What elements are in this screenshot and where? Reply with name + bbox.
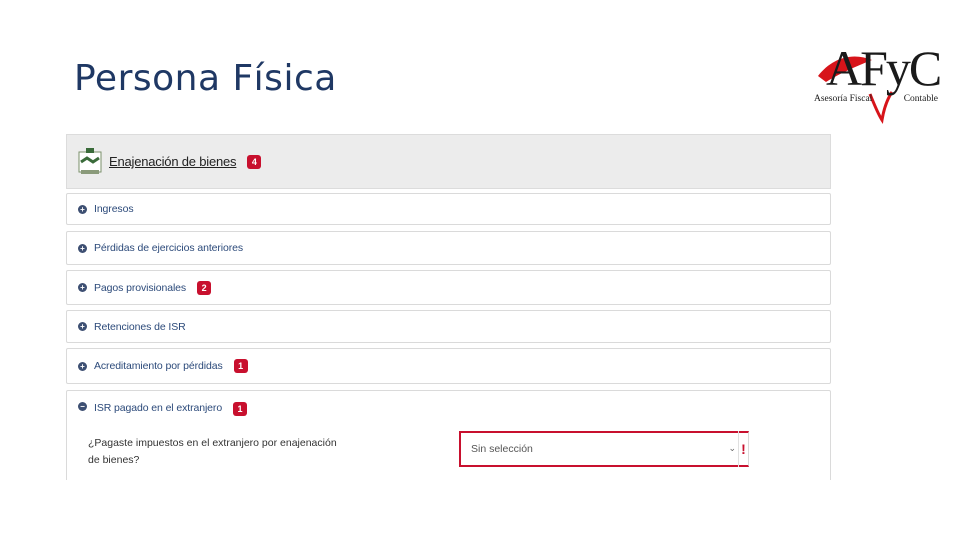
row-label: Acreditamiento por pérdidas — [94, 360, 223, 372]
row-ingresos[interactable]: + Ingresos — [66, 193, 831, 225]
chevron-down-icon[interactable]: ⌄ — [728, 443, 736, 454]
section-badge: 4 — [247, 154, 262, 169]
logo-caption-left: Asesoría Fiscal — [814, 94, 873, 104]
slide-title: Persona Física — [74, 58, 337, 99]
expand-plus-icon[interactable]: + — [78, 361, 87, 371]
row-pagos-provisionales[interactable]: + Pagos provisionales 2 — [66, 270, 831, 305]
collapse-minus-icon[interactable]: − — [78, 402, 87, 411]
expand-plus-icon[interactable]: + — [78, 204, 87, 214]
declaration-panel: Enajenación de bienes 4 + Ingresos + Pér… — [66, 134, 831, 480]
row-badge: 1 — [233, 402, 248, 416]
row-label: ISR pagado en el extranjero — [94, 402, 223, 414]
row-acreditamiento-perdidas[interactable]: + Acreditamiento por pérdidas 1 — [66, 348, 831, 384]
row-label: Pérdidas de ejercicios anteriores — [94, 242, 244, 254]
row-label: Ingresos — [94, 203, 134, 215]
error-exclamation-icon: ! — [738, 431, 748, 467]
logo-caption-right: Contable — [903, 94, 938, 104]
section-header[interactable]: Enajenación de bienes 4 — [66, 134, 831, 189]
row-isr-pagado-extranjero[interactable]: − ISR pagado en el extranjero 1 ¿Pagaste… — [66, 390, 831, 480]
row-badge: 1 — [233, 359, 248, 373]
select-value: Sin selección — [471, 443, 533, 455]
row-label: Retenciones de ISR — [94, 320, 186, 333]
row-label: Pagos provisionales — [94, 281, 187, 294]
question-label: ¿Pagaste impuestos en el extranjero por … — [88, 437, 337, 466]
expand-plus-icon[interactable]: + — [78, 322, 87, 331]
logo-caption: Asesoría Fiscal Contable — [814, 94, 938, 104]
foreign-tax-select[interactable]: Sin selección ⌄ ! — [459, 431, 749, 467]
section-title[interactable]: Enajenación de bienes — [109, 154, 237, 169]
expand-plus-icon[interactable]: + — [78, 283, 87, 292]
handshake-house-icon — [78, 147, 102, 174]
row-badge: 2 — [197, 280, 212, 295]
company-logo: AFyC Asesoría Fiscal Contable — [812, 38, 942, 124]
expand-plus-icon[interactable]: + — [78, 243, 87, 253]
row-retenciones-isr[interactable]: + Retenciones de ISR — [66, 310, 831, 343]
logo-letters: AFyC — [826, 40, 942, 96]
row-perdidas-ejercicios[interactable]: + Pérdidas de ejercicios anteriores — [66, 231, 831, 265]
